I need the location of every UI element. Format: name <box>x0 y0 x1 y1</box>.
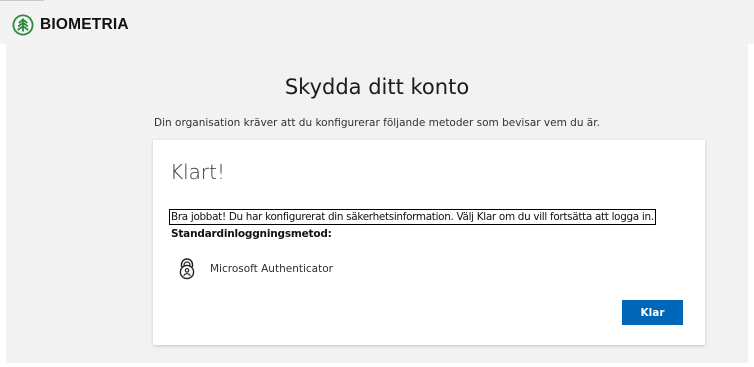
default-method-label: Standardinloggningsmetod: <box>171 228 332 240</box>
page-title: Skydda ditt konto <box>284 75 470 99</box>
brand-logo: BIOMETRIA <box>12 14 129 36</box>
main-panel: Skydda ditt konto Din organisation kräve… <box>6 44 748 363</box>
completion-card: Klart! Bra jobbat! Du har konfigurerat d… <box>153 140 705 345</box>
method-name: Microsoft Authenticator <box>210 263 333 275</box>
page-subtitle: Din organisation kräver att du konfigure… <box>154 117 600 129</box>
card-heading: Klart! <box>170 160 226 184</box>
brand-name: BIOMETRIA <box>40 16 129 33</box>
success-message: Bra jobbat! Du har konfigurerat din säke… <box>169 209 656 225</box>
authenticator-lock-icon <box>177 258 197 280</box>
done-button[interactable]: Klar <box>622 300 683 325</box>
tree-circle-logo-icon <box>12 14 34 36</box>
header-divider <box>0 0 44 1</box>
header-bar: BIOMETRIA <box>0 0 754 44</box>
method-row: Microsoft Authenticator <box>177 258 333 280</box>
